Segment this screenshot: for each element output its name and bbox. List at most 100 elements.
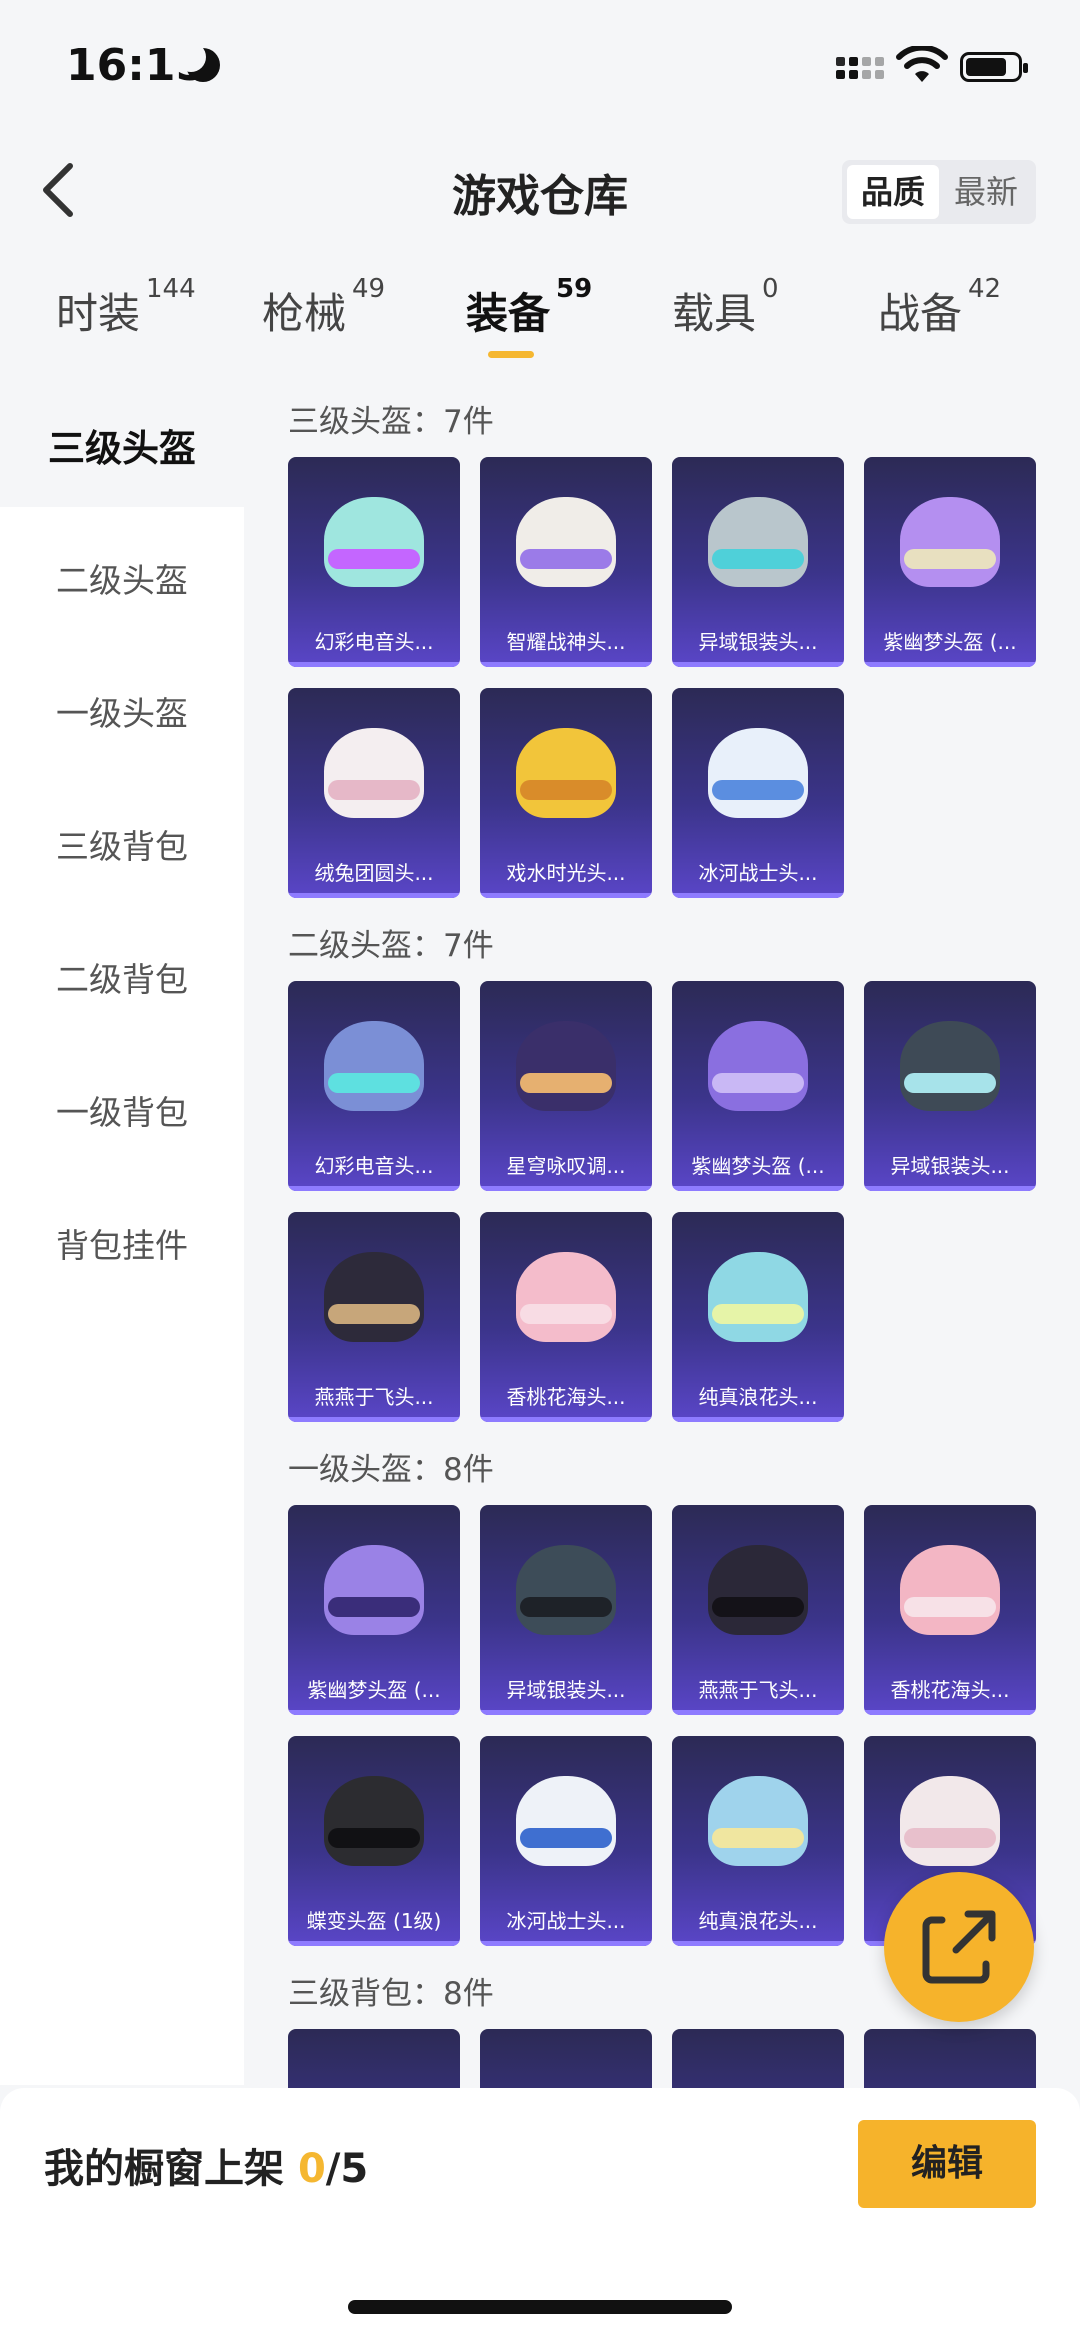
helmet-icon <box>516 1252 616 1342</box>
item-card[interactable]: 冰河战士头... <box>480 1736 652 1946</box>
showcase-count: 我的橱窗上架 0/5 <box>44 2136 368 2194</box>
bottom-bar: 我的橱窗上架 0/5 编辑 <box>0 2088 1080 2337</box>
sidebar-item-level1-backpack[interactable]: 一级背包 <box>0 1086 244 1134</box>
showcase-label: 我的橱窗上架 <box>44 2146 284 2192</box>
sort-toggle[interactable]: 品质 最新 <box>842 160 1036 224</box>
item-card[interactable]: 燕燕于飞头... <box>288 1212 460 1422</box>
visor-icon <box>520 1304 612 1324</box>
item-name: 冰河战士头... <box>698 861 818 885</box>
item-card[interactable]: 纯真浪花头... <box>672 1212 844 1422</box>
item-card[interactable]: 智耀战神头... <box>480 457 652 667</box>
item-name: 智耀战神头... <box>506 630 626 654</box>
visor-icon <box>328 549 420 569</box>
item-name: 紫幽梦头盔 (... <box>883 630 1017 654</box>
tab-label: 时装 <box>56 289 141 338</box>
helmet-icon <box>324 1776 424 1866</box>
visor-icon <box>712 780 804 800</box>
section-label: 一级头盔：8件 <box>288 1452 494 1488</box>
item-card[interactable]: 冰河战士头... <box>672 688 844 898</box>
helmet-icon <box>708 1545 808 1635</box>
visor-icon <box>712 1597 804 1617</box>
item-card[interactable]: 幻彩电音头... <box>288 457 460 667</box>
tab-count: 59 <box>556 274 593 304</box>
item-name: 戏水时光头... <box>506 861 626 885</box>
section-label: 二级头盔：7件 <box>288 928 494 964</box>
item-card[interactable]: 星穹咏叹调... <box>480 981 652 1191</box>
item-name: 异域银装头... <box>506 1678 626 1702</box>
share-icon <box>922 1910 996 1984</box>
tab-label: 枪械 <box>262 289 347 338</box>
edit-button[interactable]: 编辑 <box>858 2120 1036 2208</box>
sidebar-item-level3-helmet[interactable]: 三级头盔 <box>0 418 244 472</box>
sidebar-item-level2-helmet[interactable]: 二级头盔 <box>0 554 244 602</box>
category-tabs: 时装 144 枪械 49 装备 59 载具 0 战备 42 <box>0 274 1080 370</box>
item-name: 香桃花海头... <box>890 1678 1010 1702</box>
visor-icon <box>904 1597 996 1617</box>
item-card[interactable]: 异域银装头... <box>480 1505 652 1715</box>
item-card[interactable]: 香桃花海头... <box>864 1505 1036 1715</box>
showcase-listed-count: 0 <box>297 2146 326 2192</box>
visor-icon <box>904 549 996 569</box>
item-card[interactable]: 紫幽梦头盔 (... <box>864 457 1036 667</box>
battery-icon <box>960 52 1028 82</box>
section-label: 三级背包：8件 <box>288 1976 494 2012</box>
item-card[interactable]: 幻彩电音头... <box>288 981 460 1191</box>
visor-icon <box>520 549 612 569</box>
tab-label: 装备 <box>466 289 551 338</box>
item-name: 冰河战士头... <box>506 1909 626 1933</box>
visor-icon <box>520 780 612 800</box>
item-card[interactable]: 纯真浪花头... <box>672 1736 844 1946</box>
item-card[interactable]: 异域银装头... <box>864 981 1036 1191</box>
visor-icon <box>712 549 804 569</box>
wifi-icon <box>896 46 948 82</box>
tab-count: 49 <box>352 274 386 304</box>
item-card[interactable]: 香桃花海头... <box>480 1212 652 1422</box>
visor-icon <box>328 1828 420 1848</box>
helmet-icon <box>708 728 808 818</box>
helmet-icon <box>324 1252 424 1342</box>
sort-quality-button[interactable]: 品质 <box>847 165 939 219</box>
item-card[interactable]: 燕燕于飞头... <box>672 1505 844 1715</box>
visor-icon <box>328 780 420 800</box>
item-card[interactable]: 戏水时光头... <box>480 688 652 898</box>
helmet-icon <box>900 1545 1000 1635</box>
helmet-icon <box>708 1021 808 1111</box>
tab-count: 144 <box>146 274 196 304</box>
item-name: 异域银装头... <box>890 1154 1010 1178</box>
item-card[interactable]: 紫幽梦头盔 (... <box>672 981 844 1191</box>
sidebar-item-level2-backpack[interactable]: 二级背包 <box>0 953 244 1001</box>
share-button[interactable] <box>884 1872 1034 2022</box>
active-tab-underline <box>488 351 534 358</box>
tab-fashion[interactable]: 时装 144 <box>56 274 196 341</box>
section-label: 三级头盔：7件 <box>288 404 494 440</box>
sidebar-item-level3-backpack[interactable]: 三级背包 <box>0 820 244 868</box>
tab-label: 载具 <box>672 289 757 338</box>
tab-guns[interactable]: 枪械 49 <box>262 274 385 341</box>
item-name: 星穹咏叹调... <box>506 1154 626 1178</box>
helmet-icon <box>708 497 808 587</box>
helmet-icon <box>708 1776 808 1866</box>
visor-icon <box>328 1597 420 1617</box>
visor-icon <box>904 1828 996 1848</box>
visor-icon <box>520 1828 612 1848</box>
tab-supplies[interactable]: 战备 42 <box>878 274 1001 341</box>
item-name: 蝶变头盔 (1级) <box>306 1909 442 1933</box>
item-name: 绒兔团圆头... <box>314 861 434 885</box>
sidebar-item-level1-helmet[interactable]: 一级头盔 <box>0 687 244 735</box>
visor-icon <box>712 1828 804 1848</box>
item-card[interactable]: 蝶变头盔 (1级) <box>288 1736 460 1946</box>
item-card[interactable]: 异域银装头... <box>672 457 844 667</box>
helmet-icon <box>516 497 616 587</box>
visor-icon <box>904 1073 996 1093</box>
tab-vehicles[interactable]: 载具 0 <box>672 274 779 341</box>
item-card[interactable]: 绒兔团圆头... <box>288 688 460 898</box>
sort-newest-button[interactable]: 最新 <box>940 165 1032 219</box>
tab-equipment[interactable]: 装备 59 <box>466 274 592 341</box>
tab-label: 战备 <box>878 289 963 338</box>
sidebar-item-backpack-charm[interactable]: 背包挂件 <box>0 1219 244 1267</box>
home-indicator[interactable] <box>348 2300 732 2314</box>
visor-icon <box>520 1597 612 1617</box>
visor-icon <box>712 1304 804 1324</box>
item-card[interactable]: 紫幽梦头盔 (... <box>288 1505 460 1715</box>
helmet-icon <box>324 1021 424 1111</box>
